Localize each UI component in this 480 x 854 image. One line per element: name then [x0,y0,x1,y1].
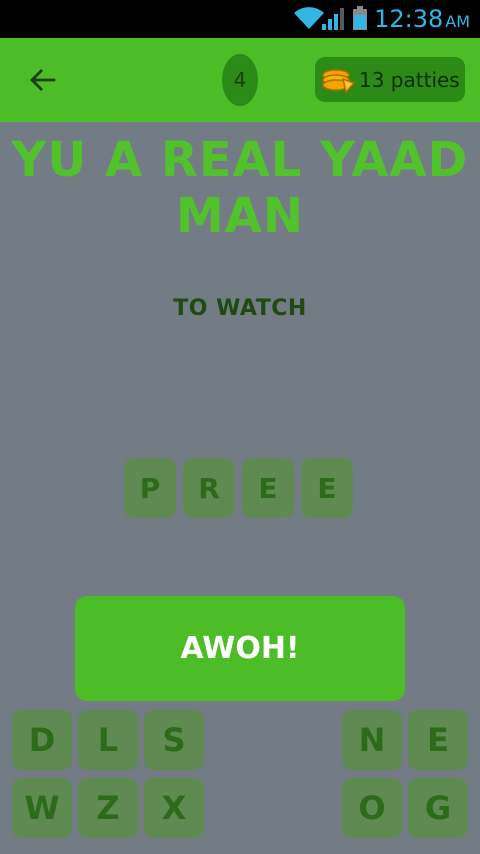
answer-tile[interactable]: E [242,458,294,518]
answer-tile[interactable]: P [124,458,176,518]
app-bar: 4 13 patties [0,38,480,122]
clock-ampm: AM [445,12,470,31]
coins-count: 13 patties [359,67,460,92]
answer-tile[interactable]: R [183,458,235,518]
answer-row: P R E E [124,458,353,518]
headline-line-1: YU A REAL YAAD [11,132,469,188]
wifi-icon [294,7,324,29]
letter-key[interactable]: G [408,778,468,838]
letter-key[interactable]: W [12,778,72,838]
puzzle-hint: TO WATCH [173,296,307,321]
puzzle-headline: YU A REAL YAAD MAN [0,132,480,244]
level-badge: 4 [222,54,258,106]
letter-key[interactable]: Z [78,778,138,838]
headline-line-2: MAN [175,188,305,244]
clock-time: 12:38 [374,5,444,33]
status-bar: 12:38 AM [0,0,480,38]
patty-stack-icon [322,68,355,94]
letter-key[interactable]: S [144,710,204,770]
battery-icon [353,6,367,30]
coins-button[interactable]: 13 patties [315,57,465,102]
letter-key[interactable]: O [342,778,402,838]
status-clock: 12:38 AM [374,4,470,37]
letter-key[interactable]: N [342,710,402,770]
back-button[interactable] [20,60,64,100]
answer-tile[interactable]: E [301,458,353,518]
letter-key[interactable]: E [408,710,468,770]
letter-key[interactable]: L [78,710,138,770]
arrow-left-icon [30,69,56,91]
letter-key[interactable]: X [144,778,204,838]
confirm-button[interactable]: AWOH! [75,596,405,701]
letter-key[interactable]: D [12,710,72,770]
signal-icon [322,8,344,30]
